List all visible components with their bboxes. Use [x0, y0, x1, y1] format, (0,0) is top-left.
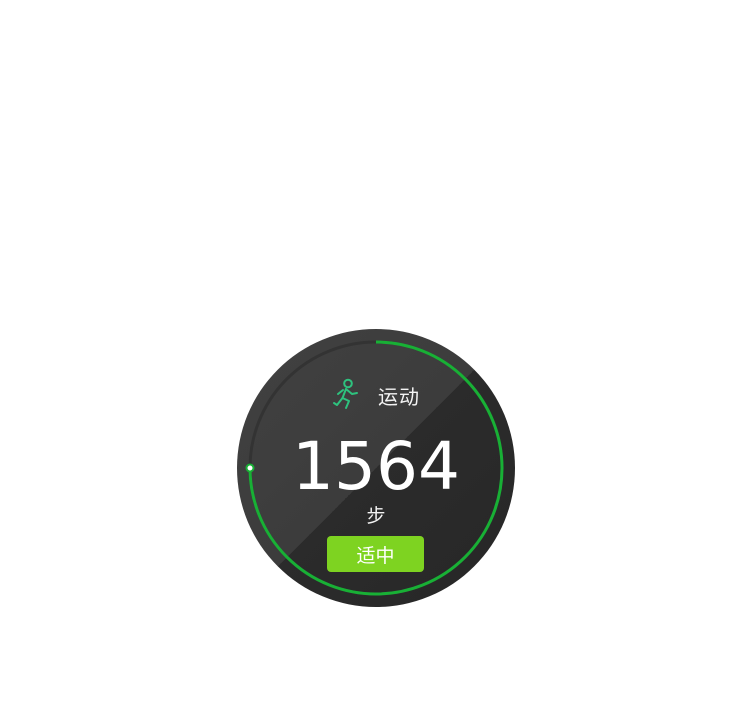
page: 运动 1564 步 适中 — [0, 0, 750, 727]
step-counter-dial: 运动 1564 步 适中 — [237, 329, 515, 607]
activity-label: 运动 — [378, 384, 420, 409]
running-person-icon — [333, 378, 358, 409]
step-unit: 步 — [366, 505, 386, 527]
activity-header: 运动 — [237, 377, 515, 413]
step-count: 1564 — [292, 428, 460, 505]
status-badge[interactable]: 适中 — [327, 536, 424, 572]
